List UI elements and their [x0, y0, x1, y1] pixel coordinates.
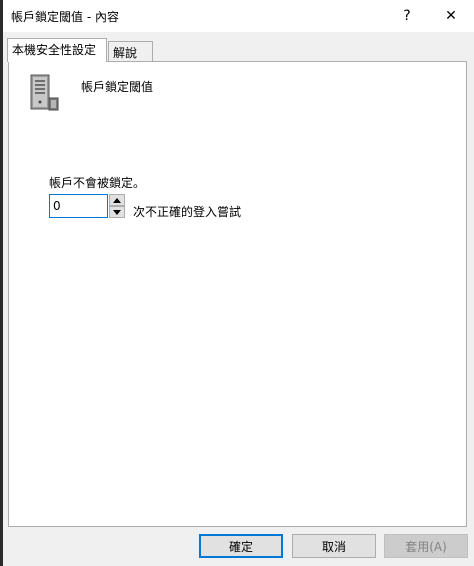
close-button[interactable]: ✕ — [428, 0, 474, 32]
threshold-spinner — [49, 194, 125, 218]
title-bar[interactable]: 帳戶鎖定閾值 - 內容 ? ✕ — [3, 0, 474, 32]
ok-button[interactable]: 確定 — [199, 534, 283, 558]
server-icon — [30, 74, 59, 111]
threshold-input[interactable] — [49, 194, 108, 218]
window-title: 帳戶鎖定閾值 - 內容 — [11, 10, 119, 24]
tab-explain[interactable]: 解說 — [108, 41, 153, 61]
policy-name: 帳戶鎖定閾值 — [81, 80, 154, 94]
lockout-status-label: 帳戶不會被鎖定。 — [49, 176, 146, 190]
spin-down-button[interactable] — [109, 206, 125, 218]
tab-panel: 帳戶鎖定閾值 帳戶不會被鎖定。 次不正確的登入嘗試 — [8, 61, 467, 527]
spin-up-button[interactable] — [109, 194, 125, 206]
apply-button[interactable]: 套用(A) — [384, 534, 468, 558]
tab-local-security-setting[interactable]: 本機安全性設定 — [7, 38, 107, 62]
cancel-button[interactable]: 取消 — [292, 534, 376, 558]
arrow-down-icon — [113, 209, 121, 215]
help-button[interactable]: ? — [384, 0, 430, 32]
attempts-suffix-label: 次不正確的登入嘗試 — [133, 205, 242, 219]
spinner-buttons — [109, 194, 125, 218]
arrow-up-icon — [113, 197, 121, 203]
properties-dialog: 帳戶鎖定閾值 - 內容 ? ✕ 本機安全性設定 解說 帳戶鎖定閾值 帳戶不會被鎖… — [0, 0, 474, 566]
background-window-edge — [0, 0, 3, 566]
